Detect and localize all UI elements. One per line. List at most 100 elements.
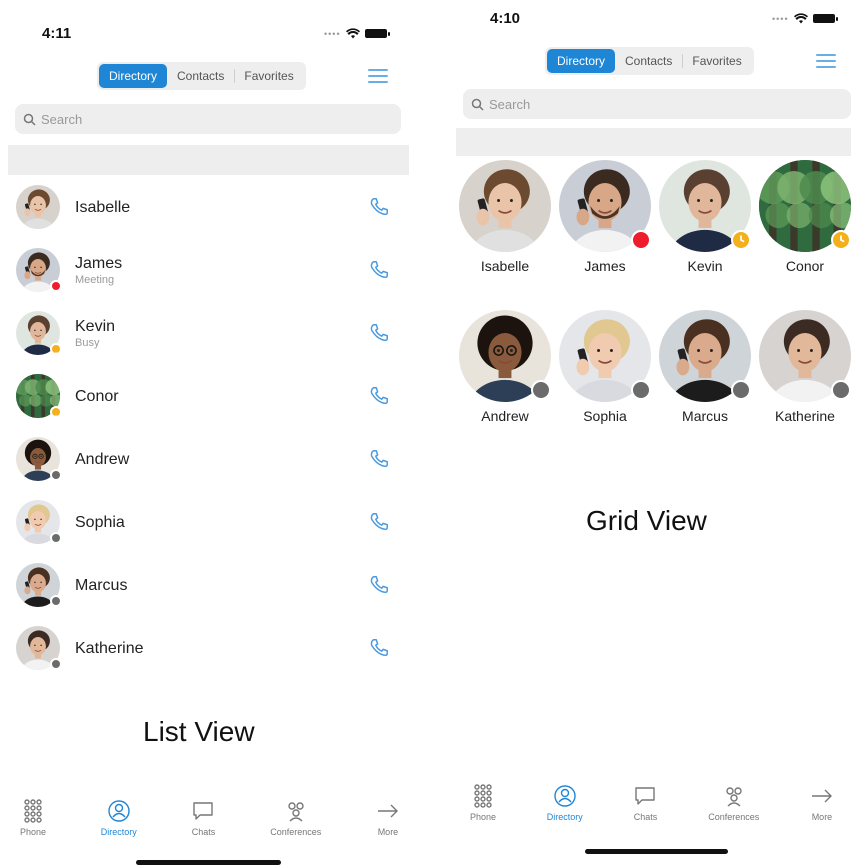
tab-phone[interactable]: Phone bbox=[470, 784, 496, 822]
tab-directory[interactable]: Directory bbox=[547, 784, 583, 822]
section-header bbox=[8, 145, 409, 175]
contact-name: Conor bbox=[75, 387, 119, 405]
contact-tile[interactable]: Andrew bbox=[457, 310, 553, 424]
directory-icon bbox=[554, 785, 576, 807]
tab-bar: Phone Directory Chats Conferences More bbox=[20, 799, 400, 837]
segment-directory[interactable]: Directory bbox=[547, 49, 616, 73]
call-phone-icon[interactable] bbox=[368, 259, 390, 281]
contact-row[interactable]: Sophia bbox=[0, 491, 420, 554]
presence-offline-badge bbox=[731, 380, 751, 400]
tab-more[interactable]: More bbox=[810, 784, 834, 822]
contact-status: Meeting bbox=[75, 274, 115, 286]
contact-row[interactable]: James Meeting bbox=[0, 239, 420, 302]
more-arrow-icon bbox=[811, 789, 832, 803]
contact-row[interactable]: Conor bbox=[0, 365, 420, 428]
home-indicator bbox=[136, 860, 281, 865]
view-caption: Grid View bbox=[586, 505, 707, 536]
presence-away-badge bbox=[831, 230, 851, 250]
contact-name: Isabelle bbox=[480, 258, 530, 274]
contact-tile[interactable]: James bbox=[557, 160, 653, 274]
presence-offline-badge bbox=[831, 380, 851, 400]
contact-name: Sophia bbox=[583, 408, 627, 424]
avatar bbox=[459, 310, 551, 402]
search-input[interactable] bbox=[489, 96, 831, 112]
contact-row[interactable]: Isabelle bbox=[0, 176, 420, 239]
avatar bbox=[559, 310, 651, 402]
contact-name: Katherine bbox=[775, 408, 835, 424]
search-icon bbox=[23, 113, 36, 126]
call-phone-icon[interactable] bbox=[368, 637, 390, 659]
contact-name: James bbox=[584, 258, 626, 274]
search-input[interactable] bbox=[41, 111, 382, 127]
more-arrow-icon bbox=[377, 804, 398, 818]
search-bar bbox=[463, 89, 851, 119]
signal-icon: •••• bbox=[772, 13, 789, 24]
menu-icon[interactable] bbox=[368, 68, 388, 84]
tab-label: Directory bbox=[546, 812, 583, 822]
call-phone-icon[interactable] bbox=[368, 448, 390, 470]
contact-row[interactable]: Katherine bbox=[0, 617, 420, 680]
tab-more[interactable]: More bbox=[376, 799, 400, 837]
avatar bbox=[16, 437, 62, 481]
contact-tile[interactable]: Sophia bbox=[557, 310, 653, 424]
search-bar bbox=[15, 104, 401, 134]
wifi-icon bbox=[793, 13, 808, 24]
tab-phone[interactable]: Phone bbox=[20, 799, 46, 837]
call-phone-icon[interactable] bbox=[368, 322, 390, 344]
menu-icon[interactable] bbox=[816, 53, 836, 69]
chat-bubble-icon bbox=[193, 802, 214, 820]
presence-offline-badge bbox=[531, 380, 551, 400]
segment-favorites[interactable]: Favorites bbox=[682, 49, 751, 73]
tab-directory[interactable]: Directory bbox=[101, 799, 137, 837]
contact-row[interactable]: Marcus bbox=[0, 554, 420, 617]
call-phone-icon[interactable] bbox=[368, 196, 390, 218]
tab-chats[interactable]: Chats bbox=[191, 799, 215, 837]
contact-name: Marcus bbox=[75, 576, 128, 594]
call-phone-icon[interactable] bbox=[368, 511, 390, 533]
status-time: 4:10 bbox=[490, 10, 521, 27]
conferences-icon bbox=[288, 802, 304, 822]
presence-offline-badge bbox=[50, 469, 62, 481]
tab-conferences[interactable]: Conferences bbox=[270, 799, 321, 837]
segment-contacts[interactable]: Contacts bbox=[167, 64, 234, 88]
avatar bbox=[759, 160, 851, 252]
call-phone-icon[interactable] bbox=[368, 385, 390, 407]
tab-bar: Phone Directory Chats Conferences More bbox=[470, 784, 834, 822]
presence-away-badge bbox=[50, 406, 62, 419]
contact-name: Conor bbox=[785, 258, 825, 274]
presence-offline-badge bbox=[50, 658, 62, 670]
tab-label: Chats bbox=[633, 812, 658, 822]
contact-tile[interactable]: Isabelle bbox=[457, 160, 553, 274]
contact-row[interactable]: Kevin Busy bbox=[0, 302, 420, 365]
avatar bbox=[16, 563, 62, 607]
presence-offline-badge bbox=[50, 595, 62, 607]
battery-icon bbox=[812, 14, 838, 23]
search-icon bbox=[471, 98, 484, 111]
segment-contacts[interactable]: Contacts bbox=[615, 49, 682, 73]
segment-directory[interactable]: Directory bbox=[99, 64, 168, 88]
grid-view-screen: 4:10 •••• Directory Contacts Favorites G… bbox=[450, 0, 851, 865]
dialpad-icon bbox=[24, 799, 42, 823]
presence-away-badge bbox=[731, 230, 751, 250]
contact-name: Kevin bbox=[75, 318, 116, 335]
contact-name: Kevin bbox=[687, 258, 723, 274]
view-segmented-control: Directory Contacts Favorites bbox=[97, 62, 306, 90]
avatar bbox=[16, 311, 62, 356]
list-view-screen: 4:11 •••• Directory Contacts Favorites I… bbox=[0, 0, 420, 865]
contact-tile[interactable]: Marcus bbox=[657, 310, 753, 424]
contact-name: James bbox=[75, 255, 123, 272]
avatar bbox=[16, 185, 60, 229]
tab-chats[interactable]: Chats bbox=[633, 784, 657, 822]
tab-conferences[interactable]: Conferences bbox=[708, 784, 759, 822]
tab-label: Phone bbox=[20, 827, 47, 837]
contact-row[interactable]: Andrew bbox=[0, 428, 420, 491]
segment-favorites[interactable]: Favorites bbox=[234, 64, 303, 88]
presence-offline-badge bbox=[50, 532, 62, 544]
call-phone-icon[interactable] bbox=[368, 574, 390, 596]
contact-tile[interactable]: Katherine bbox=[757, 310, 851, 424]
tab-label: Directory bbox=[100, 827, 137, 837]
tab-label: Conferences bbox=[708, 812, 760, 822]
contact-tile[interactable]: Conor bbox=[757, 160, 851, 274]
contact-name: Isabelle bbox=[75, 198, 131, 216]
contact-tile[interactable]: Kevin bbox=[657, 160, 753, 274]
